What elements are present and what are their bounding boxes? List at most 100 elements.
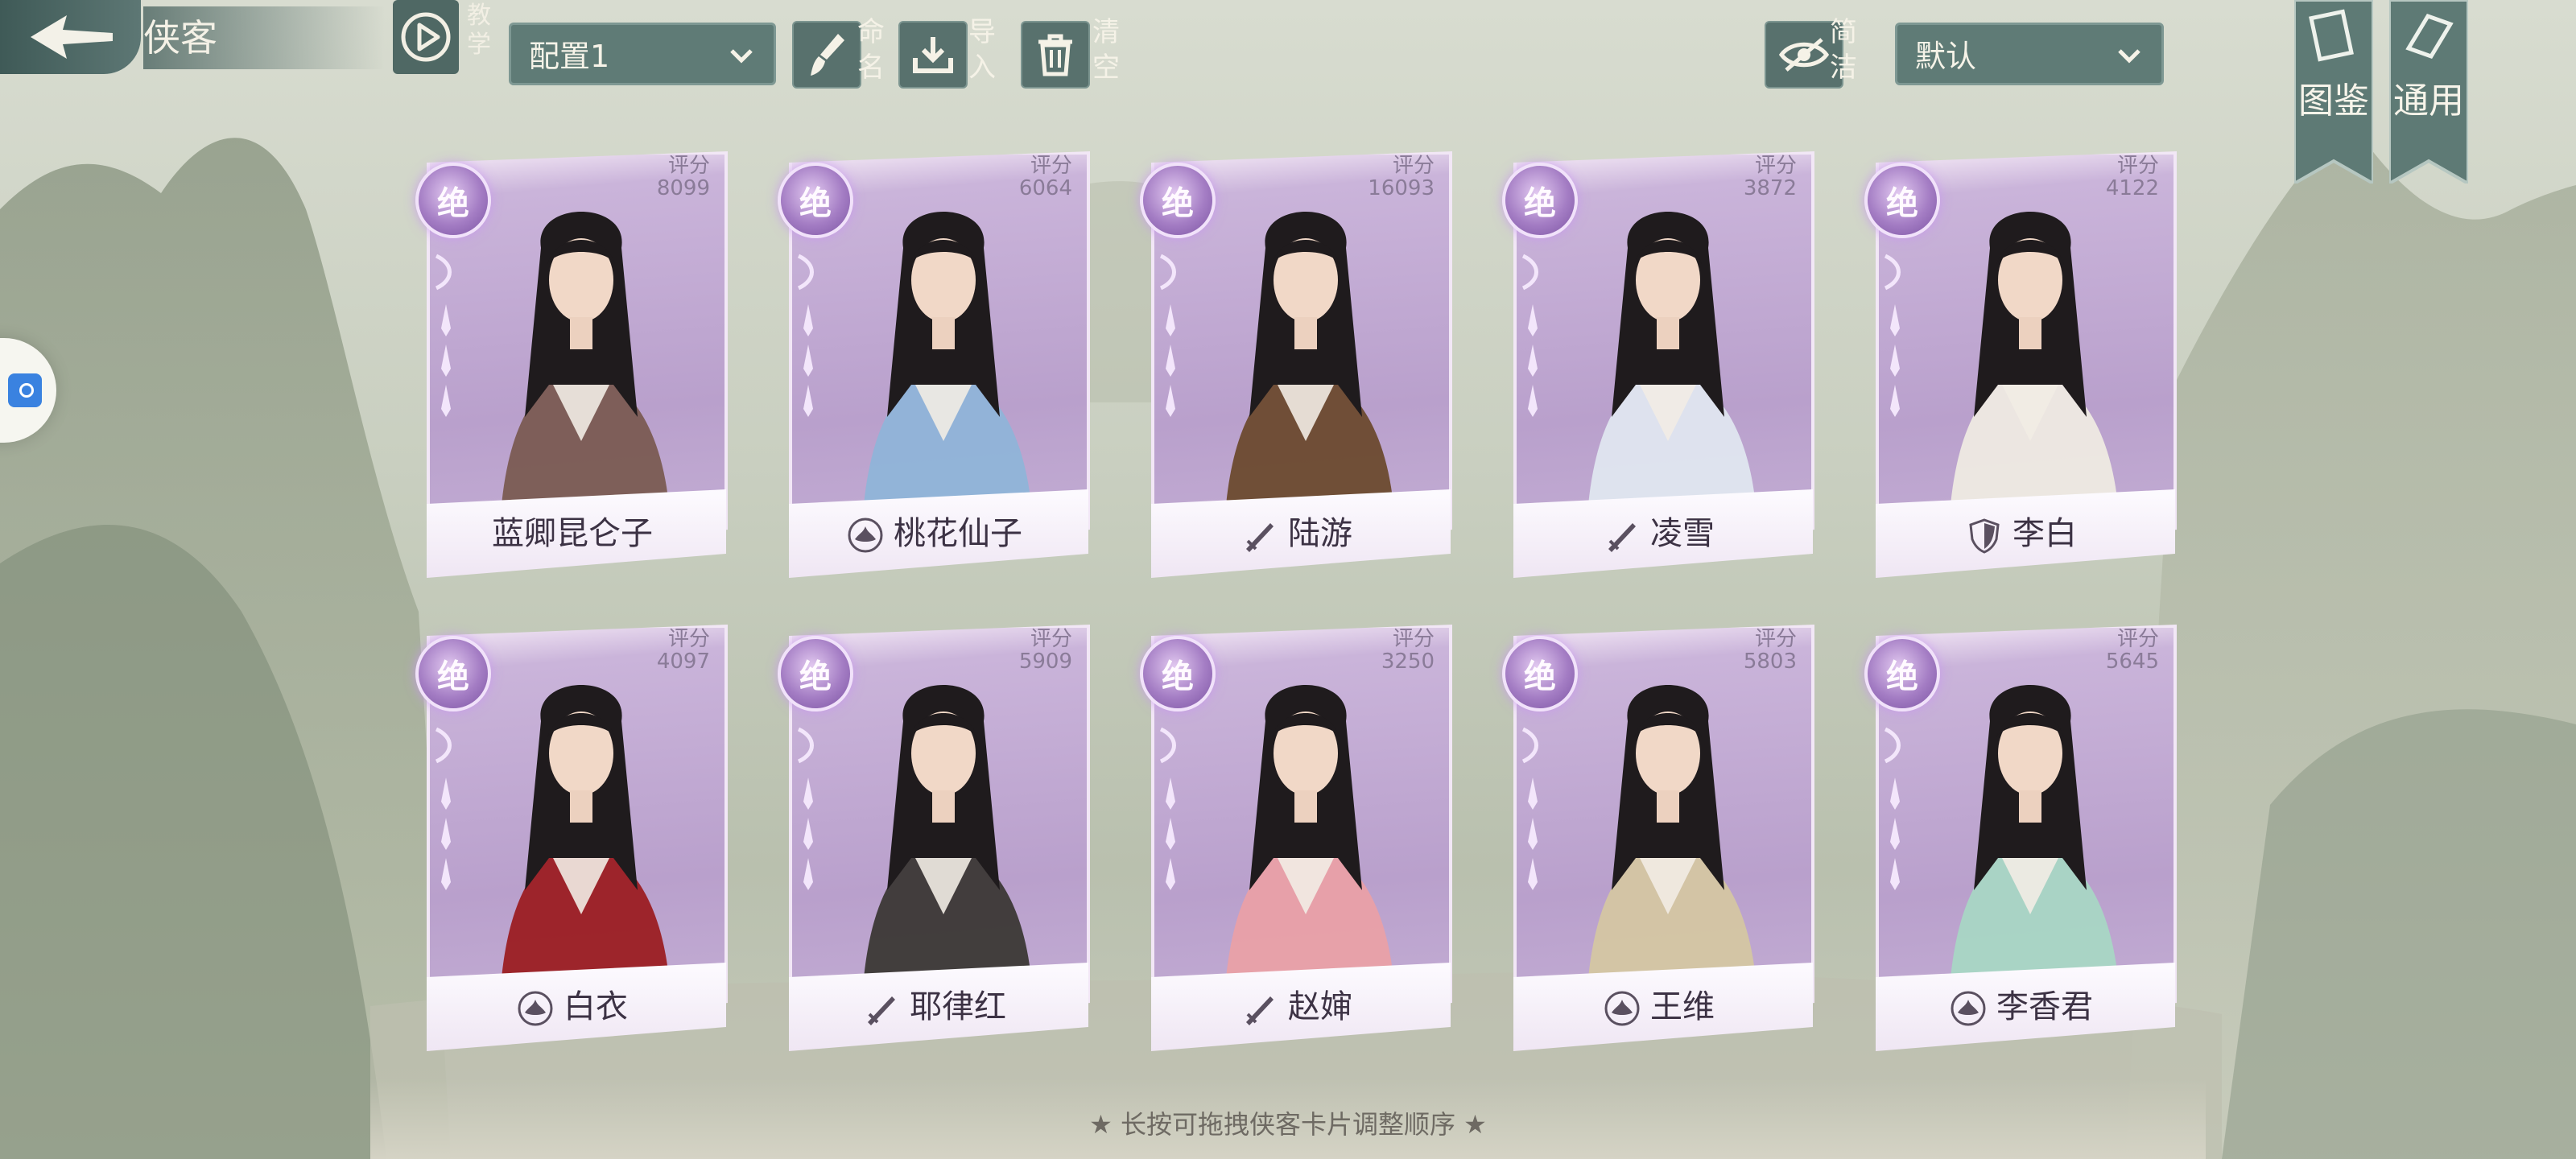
hero-name: 耶律红 bbox=[782, 971, 1087, 1043]
score-label: 评分 bbox=[2116, 627, 2159, 651]
chevron-down-icon bbox=[2118, 49, 2140, 64]
rank-daggers-icon bbox=[797, 254, 814, 417]
import-label: 导入 bbox=[968, 16, 996, 84]
hero-portrait-image bbox=[1225, 212, 1394, 514]
hero-name-text: 陆游 bbox=[1288, 515, 1352, 552]
atlas-bookmark-button[interactable]: 图鉴 bbox=[2293, 0, 2375, 187]
rank-text: 绝 bbox=[1162, 185, 1194, 222]
score-label: 评分 bbox=[2116, 154, 2159, 178]
rank-badge: 绝 bbox=[1502, 636, 1578, 711]
hero-card[interactable]: 桃花仙子 绝 评分 6064 bbox=[778, 151, 1090, 586]
hero-portrait-image bbox=[501, 685, 670, 987]
score-label: 评分 bbox=[1392, 154, 1435, 178]
score-block: 评分 5909 bbox=[1019, 628, 1072, 673]
score-value: 6064 bbox=[1018, 176, 1072, 200]
hero-name: 桃花仙子 bbox=[782, 497, 1087, 570]
rank-badge: 绝 bbox=[1140, 163, 1216, 238]
import-icon bbox=[913, 37, 953, 73]
score-value: 5645 bbox=[2105, 650, 2159, 674]
hero-card[interactable]: 王维 绝 评分 5803 bbox=[1502, 625, 1814, 1059]
score-label: 评分 bbox=[667, 154, 710, 178]
score-block: 评分 4122 bbox=[2106, 155, 2159, 200]
clear-button[interactable] bbox=[1021, 21, 1090, 89]
trash-icon bbox=[1038, 34, 1072, 76]
rank-badge: 绝 bbox=[1864, 163, 1940, 238]
config-select-value: 配置1 bbox=[529, 39, 610, 74]
score-value: 5909 bbox=[1018, 650, 1072, 674]
rank-daggers-icon bbox=[1159, 254, 1176, 417]
hero-name-text: 耶律红 bbox=[910, 988, 1006, 1025]
rename-button[interactable] bbox=[792, 21, 861, 89]
hero-name-text: 白衣 bbox=[564, 988, 628, 1025]
rank-text: 绝 bbox=[1886, 185, 1918, 222]
sword-icon bbox=[1608, 523, 1636, 552]
hero-card[interactable]: 凌雪 绝 评分 3872 bbox=[1502, 151, 1814, 586]
rank-text: 绝 bbox=[437, 185, 469, 222]
rank-daggers-icon bbox=[797, 727, 814, 890]
hero-portrait-image bbox=[1950, 212, 2119, 514]
lotus-icon bbox=[848, 518, 883, 553]
score-block: 评分 6064 bbox=[1019, 155, 1072, 200]
rank-badge: 绝 bbox=[1502, 163, 1578, 238]
hero-portrait-image bbox=[1587, 212, 1757, 514]
hero-name-text: 蓝卿昆仑子 bbox=[492, 515, 653, 552]
hero-portrait-image bbox=[501, 212, 670, 514]
back-arrow-icon bbox=[30, 15, 113, 59]
score-value: 4097 bbox=[656, 650, 710, 674]
rank-daggers-icon bbox=[1884, 254, 1901, 417]
sword-icon bbox=[1246, 523, 1274, 552]
hero-card[interactable]: 赵婶 绝 评分 3250 bbox=[1140, 625, 1452, 1059]
hero-card[interactable]: 耶律红 绝 评分 5909 bbox=[778, 625, 1090, 1059]
tutorial-button[interactable] bbox=[393, 0, 459, 74]
hero-card[interactable]: 李白 绝 评分 4122 bbox=[1864, 151, 2177, 586]
chevron-down-icon bbox=[730, 49, 753, 64]
drag-hint-text: ★ 长按可拖拽侠客卡片调整顺序 ★ bbox=[1089, 1109, 1487, 1140]
hero-portrait-image bbox=[1950, 685, 2119, 987]
score-label: 评分 bbox=[1754, 627, 1797, 651]
sword-icon bbox=[1246, 996, 1274, 1025]
score-value: 8099 bbox=[656, 176, 710, 200]
general-label: 通用 bbox=[2393, 80, 2464, 122]
sort-select-value: 默认 bbox=[1915, 39, 1977, 74]
hero-card[interactable]: 白衣 绝 评分 4097 bbox=[415, 625, 728, 1059]
score-value: 3872 bbox=[1743, 176, 1797, 200]
sword-icon bbox=[868, 996, 895, 1025]
score-block: 评分 4097 bbox=[657, 628, 710, 673]
rank-text: 绝 bbox=[1162, 658, 1194, 695]
hero-card[interactable]: 蓝卿昆仑子 绝 评分 8099 bbox=[415, 151, 728, 586]
rank-text: 绝 bbox=[799, 658, 832, 695]
config-select[interactable]: 配置1 bbox=[509, 23, 776, 85]
lotus-icon bbox=[1951, 991, 1986, 1026]
rank-badge: 绝 bbox=[415, 163, 491, 238]
hero-portrait-image bbox=[1225, 685, 1394, 987]
score-label: 评分 bbox=[667, 627, 710, 651]
hero-card[interactable]: 李香君 绝 评分 5645 bbox=[1864, 625, 2177, 1059]
top-toolbar: 侠客 教学 配置1 命名 导入 清空 简洁 默认 图鉴 通用 bbox=[0, 0, 2576, 187]
score-value: 5803 bbox=[1743, 650, 1797, 674]
score-block: 评分 8099 bbox=[657, 155, 710, 200]
sort-select[interactable]: 默认 bbox=[1895, 23, 2164, 85]
general-bookmark-button[interactable]: 通用 bbox=[2388, 0, 2470, 187]
rank-daggers-icon bbox=[435, 254, 452, 417]
rank-text: 绝 bbox=[1524, 185, 1556, 222]
rename-label: 命名 bbox=[857, 16, 885, 84]
hero-name: 王维 bbox=[1507, 971, 1811, 1043]
simple-mode-label: 简洁 bbox=[1830, 16, 1857, 84]
shield-icon bbox=[1969, 518, 2000, 554]
rank-daggers-icon bbox=[1884, 727, 1901, 890]
rank-badge: 绝 bbox=[415, 636, 491, 711]
import-button[interactable] bbox=[898, 21, 968, 89]
hero-name: 凌雪 bbox=[1507, 497, 1811, 570]
hero-name-text: 凌雪 bbox=[1650, 515, 1715, 552]
rank-text: 绝 bbox=[1524, 658, 1556, 695]
rank-text: 绝 bbox=[1886, 658, 1918, 695]
score-block: 评分 5645 bbox=[2106, 628, 2159, 673]
lotus-icon bbox=[1604, 991, 1640, 1026]
rank-text: 绝 bbox=[799, 185, 832, 222]
hero-card[interactable]: 陆游 绝 评分 16093 bbox=[1140, 151, 1452, 586]
atlas-label: 图鉴 bbox=[2298, 80, 2369, 122]
rank-daggers-icon bbox=[1159, 727, 1176, 890]
back-button[interactable] bbox=[0, 0, 141, 74]
rank-badge: 绝 bbox=[778, 636, 853, 711]
hero-name: 陆游 bbox=[1145, 497, 1449, 570]
